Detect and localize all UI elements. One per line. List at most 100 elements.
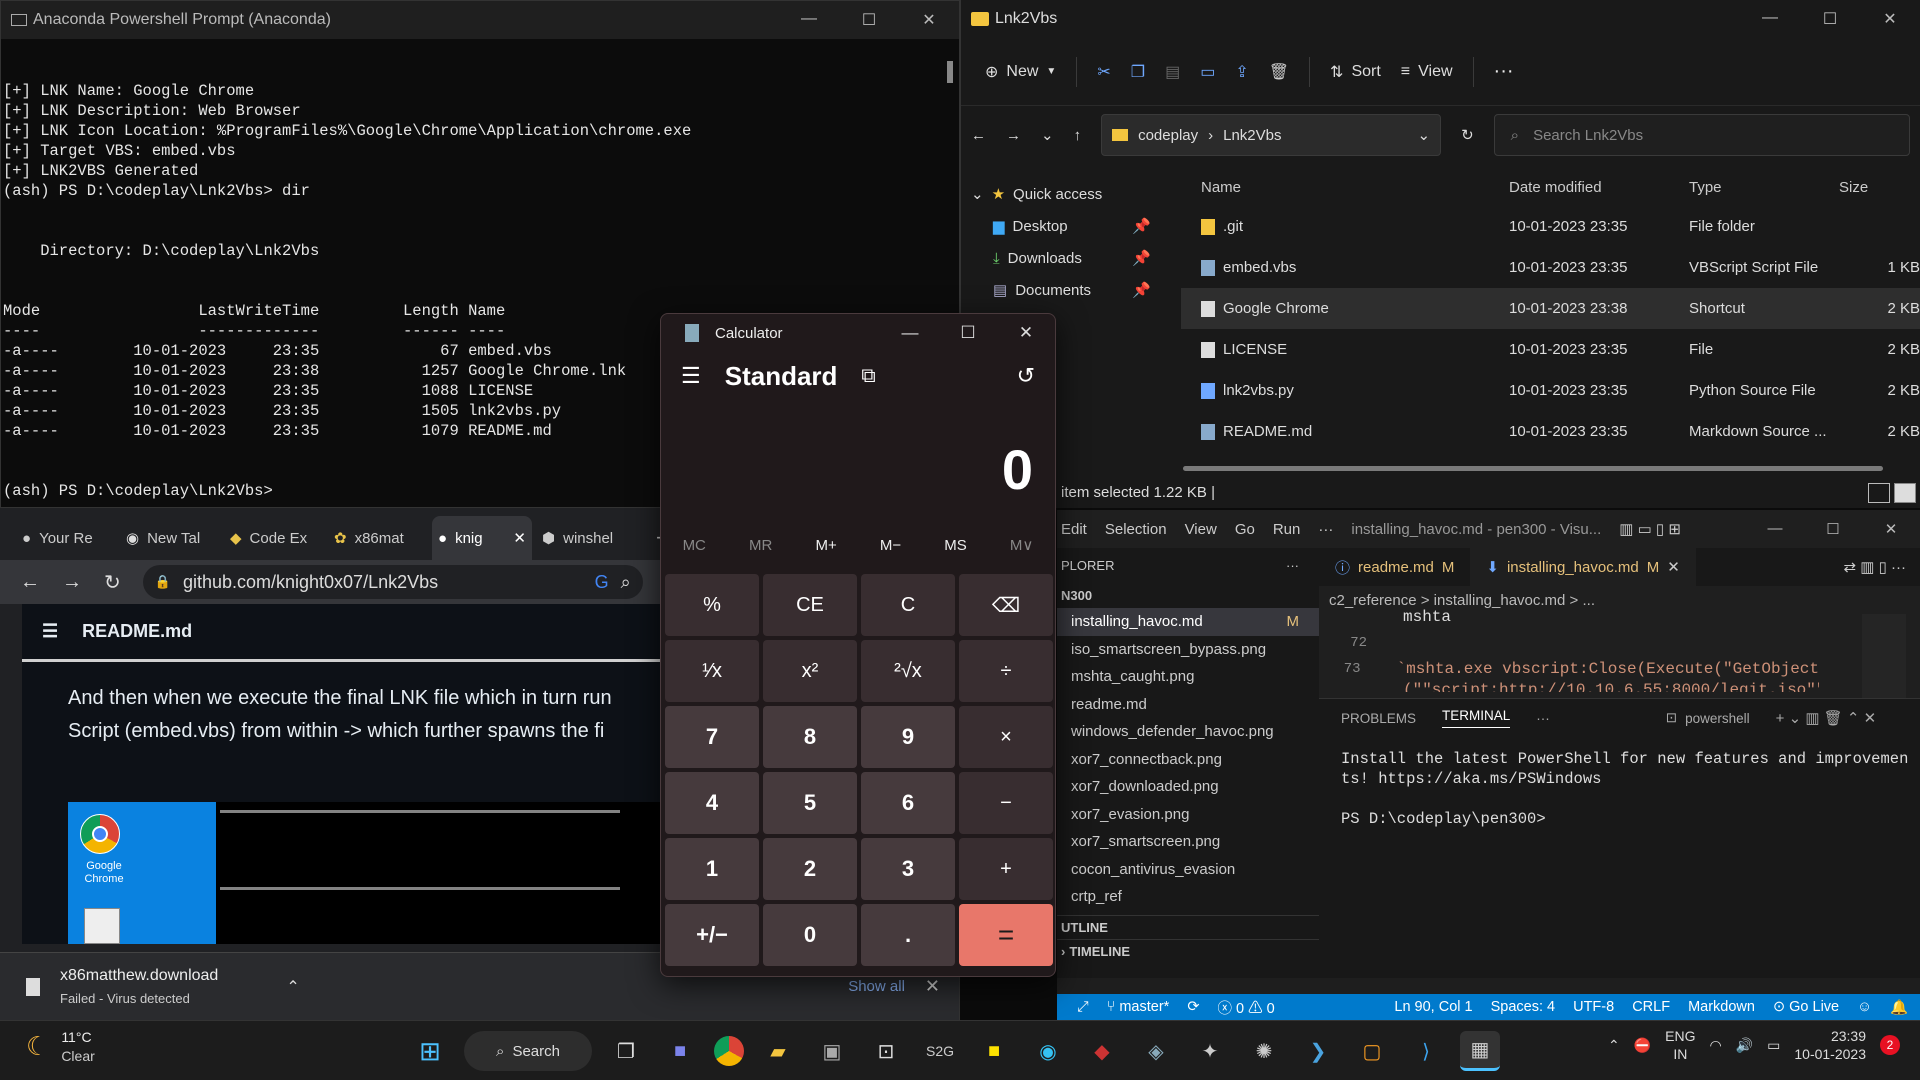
file-row[interactable]: LICENSE 10-01-2023 23:35 File 2 KB: [1181, 329, 1920, 370]
battery-icon[interactable]: ▭: [1767, 1037, 1780, 1054]
timeline-section[interactable]: › TIMELINE: [1057, 938, 1319, 963]
nav-quick-access[interactable]: ⌄ ★ Quick access: [961, 178, 1161, 210]
memory-button[interactable]: MR: [749, 537, 772, 554]
tab-winshell[interactable]: ⬢ winshel: [536, 516, 646, 560]
keep-on-top-icon[interactable]: ⧉: [861, 365, 875, 388]
calc-key[interactable]: 4: [665, 772, 759, 834]
task-view-icon[interactable]: ❐: [606, 1031, 646, 1071]
editor-actions-icon[interactable]: ⇄ ▥ ▯ ···: [1844, 558, 1906, 576]
sidebar-file[interactable]: xor7_downloaded.png: [1057, 773, 1319, 801]
sort-button[interactable]: ⇅ Sort: [1330, 62, 1381, 82]
calc-key[interactable]: CE: [763, 574, 857, 636]
tab-x86matthew[interactable]: ✿ x86mat: [328, 516, 428, 560]
share-icon[interactable]: ⇪: [1235, 62, 1248, 82]
tab-more[interactable]: ···: [1536, 711, 1550, 726]
line-ending[interactable]: CRLF: [1632, 999, 1670, 1015]
aperture-icon[interactable]: ✺: [1244, 1031, 1284, 1071]
chevron-up-icon[interactable]: ⌃: [1608, 1037, 1620, 1054]
minimize-button[interactable]: —: [881, 323, 939, 343]
gamepad-icon[interactable]: ✦: [1190, 1031, 1230, 1071]
delete-icon[interactable]: 🗑: [1269, 62, 1289, 82]
menu-selection[interactable]: Selection: [1105, 521, 1167, 538]
close-button[interactable]: ✕: [997, 323, 1055, 343]
close-icon[interactable]: ✕: [513, 529, 526, 547]
google-icon[interactable]: G: [595, 572, 609, 593]
edge-icon[interactable]: ◉: [1028, 1031, 1068, 1071]
close-icon[interactable]: ✕: [925, 976, 940, 997]
search-input[interactable]: ⌕ Search Lnk2Vbs: [1493, 114, 1910, 156]
chevron-down-icon[interactable]: ⌄: [1041, 126, 1054, 144]
back-icon[interactable]: ←: [971, 127, 986, 144]
sidebar-file[interactable]: crtp_ref: [1057, 883, 1319, 911]
calc-key[interactable]: ¹⁄x: [665, 640, 759, 702]
powershell-titlebar[interactable]: Anaconda Powershell Prompt (Anaconda) — ☐…: [1, 1, 959, 39]
nav-desktop[interactable]: ▆ Desktop 📌: [961, 210, 1161, 242]
horizontal-scrollbar[interactable]: [1183, 466, 1883, 471]
virtualbox-icon[interactable]: ▢: [1352, 1031, 1392, 1071]
maximize-button[interactable]: ☐: [1804, 520, 1862, 538]
tab-installing-havoc[interactable]: ⬇ installing_havoc.md M ✕: [1470, 548, 1696, 586]
tab-problems[interactable]: PROBLEMS: [1341, 711, 1416, 726]
feedback-icon[interactable]: ☺: [1857, 999, 1872, 1015]
more-icon[interactable]: ···: [1286, 558, 1299, 573]
shell-name[interactable]: powershell: [1685, 711, 1750, 726]
menu-icon[interactable]: ☰: [681, 363, 701, 389]
sidebar-file[interactable]: xor7_evasion.png: [1057, 801, 1319, 829]
calc-key[interactable]: 6: [861, 772, 955, 834]
weather-widget[interactable]: ☾ 11°C Clear: [26, 1029, 95, 1064]
rename-icon[interactable]: ▭: [1200, 62, 1215, 82]
sticky-notes-icon[interactable]: ■: [974, 1031, 1014, 1071]
sidebar-file[interactable]: mshta_caught.png: [1057, 663, 1319, 691]
close-button[interactable]: ✕: [899, 10, 959, 30]
copy-icon[interactable]: ❐: [1131, 62, 1145, 82]
search-box[interactable]: ⌕ Search: [464, 1031, 592, 1071]
minimap[interactable]: [1862, 614, 1906, 698]
reload-icon[interactable]: ↻: [104, 570, 121, 595]
memory-button[interactable]: M−: [880, 537, 901, 554]
sidebar-file[interactable]: cocon_antivirus_evasion: [1057, 856, 1319, 884]
calc-key[interactable]: 1: [665, 838, 759, 900]
menu-run[interactable]: Run: [1273, 521, 1301, 538]
tab-knight[interactable]: ● knig ✕: [432, 516, 532, 560]
forward-icon[interactable]: →: [62, 571, 82, 594]
file-explorer-icon[interactable]: ▰: [758, 1031, 798, 1071]
calc-key[interactable]: ×: [959, 706, 1053, 768]
calc-key[interactable]: ²√x: [861, 640, 955, 702]
breadcrumb-codeplay[interactable]: codeplay: [1138, 127, 1198, 144]
column-size[interactable]: Size: [1831, 179, 1920, 196]
sidebar-file[interactable]: xor7_connectback.png: [1057, 746, 1319, 774]
history-icon[interactable]: ↺: [1017, 363, 1035, 389]
encoding[interactable]: UTF-8: [1573, 999, 1614, 1015]
remote-icon[interactable]: ⤢: [1077, 999, 1089, 1015]
calc-key[interactable]: C: [861, 574, 955, 636]
calc-key[interactable]: +/−: [665, 904, 759, 966]
menu-view[interactable]: View: [1185, 521, 1217, 538]
close-button[interactable]: ✕: [1860, 9, 1920, 29]
tiles-view-icon[interactable]: [1894, 483, 1916, 503]
forward-icon[interactable]: →: [1006, 127, 1021, 144]
memory-button[interactable]: M∨: [1010, 536, 1033, 554]
download-item[interactable]: x86matthew.download Failed - Virus detec…: [60, 967, 218, 1006]
calc-key[interactable]: 5: [763, 772, 857, 834]
sidebar-file[interactable]: xor7_smartscreen.png: [1057, 828, 1319, 856]
scrollbar[interactable]: [947, 61, 953, 83]
notification-badge[interactable]: 2: [1880, 1035, 1900, 1055]
tab-code-explorer[interactable]: ◆ Code Ex: [224, 516, 324, 560]
volume-icon[interactable]: 🔊: [1736, 1037, 1753, 1054]
address-bar[interactable]: codeplay › Lnk2Vbs ⌄: [1101, 114, 1442, 156]
sidebar-file[interactable]: iso_smartscreen_bypass.png: [1057, 636, 1319, 664]
calc-key[interactable]: ÷: [959, 640, 1053, 702]
wifi-icon[interactable]: ◠: [1709, 1037, 1721, 1054]
column-date[interactable]: Date modified: [1501, 179, 1681, 196]
file-row[interactable]: embed.vbs 10-01-2023 23:35 VBScript Script…: [1181, 247, 1920, 288]
sidebar-file[interactable]: windows_defender_havoc.png: [1057, 718, 1319, 746]
memory-button[interactable]: M+: [815, 537, 836, 554]
maximize-button[interactable]: ☐: [839, 10, 899, 30]
calc-key[interactable]: +: [959, 838, 1053, 900]
column-name[interactable]: Name: [1181, 179, 1501, 196]
paste-icon[interactable]: ▤: [1165, 62, 1180, 82]
menu-more[interactable]: ···: [1318, 521, 1333, 538]
list-icon[interactable]: ☰: [42, 621, 58, 642]
nav-documents[interactable]: ▤ Documents 📌: [961, 274, 1161, 306]
back-icon[interactable]: ←: [20, 571, 40, 594]
